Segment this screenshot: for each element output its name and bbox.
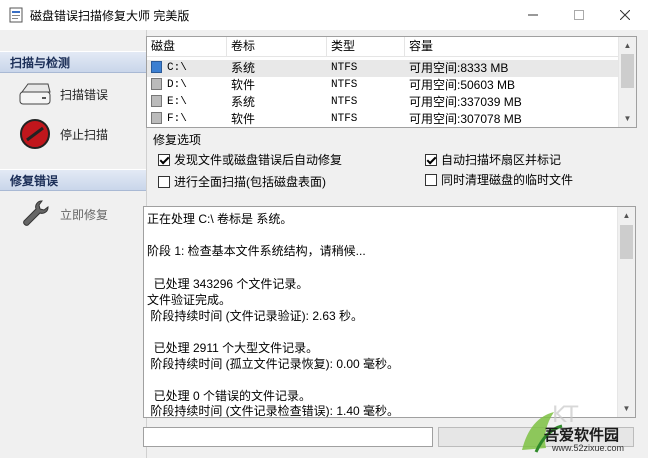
window-title: 磁盘错误扫描修复大师 完美版 (30, 9, 190, 23)
log-line: 阶段持续时间 (孤立文件记录恢复): 0.00 毫秒。 (147, 357, 400, 371)
app-icon (9, 7, 23, 23)
checkbox-icon[interactable] (425, 173, 437, 186)
log-line: 阶段 1: 检查基本文件系统结构，请稍候... (147, 244, 366, 258)
maximize-icon (574, 10, 584, 20)
col-disk[interactable]: 磁盘 (147, 37, 227, 56)
log-scrollbar[interactable]: ▲ ▼ (617, 207, 635, 417)
minimize-icon (528, 14, 538, 16)
status-field (143, 427, 433, 447)
stop-icon (18, 117, 52, 151)
repair-now-label: 立即修复 (60, 207, 109, 222)
scroll-up-icon[interactable]: ▲ (618, 207, 635, 224)
watermark-name: 吾爱软件园 (544, 427, 620, 444)
drive-label: 软件 (231, 78, 256, 92)
drive-label: 系统 (231, 95, 256, 109)
drive-capacity: 可用空间:8333 MB (409, 61, 509, 75)
drive-row[interactable]: F:\ 软件 NTFS 可用空间:307078 MB (147, 111, 619, 127)
drive-icon (151, 78, 162, 91)
drive-disk: F:\ (167, 113, 187, 125)
drive-capacity: 可用空间:50603 MB (409, 78, 516, 92)
drive-list[interactable]: 磁盘 卷标 类型 容量 C:\ 系统 NTFS 可用空间:8333 MB D:\… (146, 36, 637, 128)
drive-disk: E:\ (167, 96, 187, 108)
log-line: 文件验证完成。 (147, 293, 232, 307)
watermark-url: www.52zixue.com (552, 443, 625, 453)
scan-errors-button[interactable]: 扫描错误 (18, 77, 108, 111)
repair-section-header: 修复错误 (0, 169, 146, 191)
auto-fix-checkbox[interactable]: 发现文件或磁盘错误后自动修复 (158, 151, 342, 168)
minimize-button[interactable] (510, 0, 556, 30)
scroll-down-icon[interactable]: ▼ (619, 110, 636, 127)
drive-type: NTFS (331, 96, 358, 108)
stop-scan-label: 停止扫描 (60, 127, 109, 142)
bad-sector-label: 自动扫描坏扇区并标记 (441, 153, 562, 167)
log-line: 阶段持续时间 (文件记录验证): 2.63 秒。 (147, 309, 364, 323)
drive-list-scrollbar[interactable]: ▲ ▼ (618, 37, 636, 127)
full-scan-label: 进行全面扫描(包括磁盘表面) (174, 175, 326, 189)
drive-label: 软件 (231, 112, 256, 126)
auto-fix-label: 发现文件或磁盘错误后自动修复 (174, 153, 343, 167)
drive-row[interactable]: C:\ 系统 NTFS 可用空间:8333 MB (147, 60, 619, 77)
checkbox-icon[interactable] (158, 175, 170, 188)
stop-scan-button[interactable]: 停止扫描 (18, 117, 108, 151)
drive-capacity: 可用空间:337039 MB (409, 95, 522, 109)
drive-icon (151, 112, 162, 125)
drive-icon (151, 95, 162, 108)
bad-sector-checkbox[interactable]: 自动扫描坏扇区并标记 (425, 151, 561, 168)
drive-list-header: 磁盘 卷标 类型 容量 (147, 37, 619, 57)
log-line: 已处理 2911 个大型文件记录。 (147, 341, 319, 355)
scan-section-header: 扫描与检测 (0, 51, 146, 73)
col-label[interactable]: 卷标 (227, 37, 327, 56)
scan-errors-label: 扫描错误 (60, 87, 109, 102)
drive-type: NTFS (331, 79, 358, 91)
drive-type: NTFS (331, 62, 358, 74)
maximize-button[interactable] (556, 0, 602, 30)
drive-capacity: 可用空间:307078 MB (409, 112, 522, 126)
drive-row[interactable]: D:\ 软件 NTFS 可用空间:50603 MB (147, 77, 619, 94)
drive-icon (151, 61, 162, 74)
repair-options-label: 修复选项 (153, 133, 202, 147)
scroll-thumb[interactable] (621, 54, 634, 88)
full-scan-checkbox[interactable]: 进行全面扫描(包括磁盘表面) (158, 173, 326, 190)
col-capacity[interactable]: 容量 (405, 37, 619, 56)
title-bar: 磁盘错误扫描修复大师 完美版 (0, 0, 648, 30)
close-button[interactable] (602, 0, 648, 30)
close-icon (620, 10, 630, 20)
log-line: 阶段持续时间 (文件记录检查错误): 1.40 毫秒。 (147, 404, 400, 418)
clean-temp-checkbox[interactable]: 同时清理磁盘的临时文件 (425, 171, 573, 188)
disk-drive-icon (18, 77, 52, 111)
wrench-icon (18, 197, 52, 231)
clean-temp-label: 同时清理磁盘的临时文件 (441, 173, 574, 187)
drive-disk: C:\ (167, 62, 187, 74)
repair-now-button[interactable]: 立即修复 (18, 197, 108, 231)
log-line: 正在处理 C:\ 卷标是 系统。 (147, 212, 293, 226)
drive-row[interactable]: E:\ 系统 NTFS 可用空间:337039 MB (147, 94, 619, 111)
scan-log[interactable]: 正在处理 C:\ 卷标是 系统。 阶段 1: 检查基本文件系统结构，请稍候...… (143, 206, 636, 418)
scroll-up-icon[interactable]: ▲ (619, 37, 636, 54)
drive-label: 系统 (231, 61, 256, 75)
drive-disk: D:\ (167, 79, 187, 91)
checkbox-checked-icon[interactable] (425, 153, 437, 166)
col-type[interactable]: 类型 (327, 37, 405, 56)
checkbox-checked-icon[interactable] (158, 153, 170, 166)
log-line: 已处理 343296 个文件记录。 (147, 277, 309, 291)
sidebar: 扫描与检测 扫描错误 停止扫描 修复错误 立即修复 (0, 47, 146, 458)
scroll-thumb[interactable] (620, 225, 633, 259)
drive-type: NTFS (331, 113, 358, 125)
